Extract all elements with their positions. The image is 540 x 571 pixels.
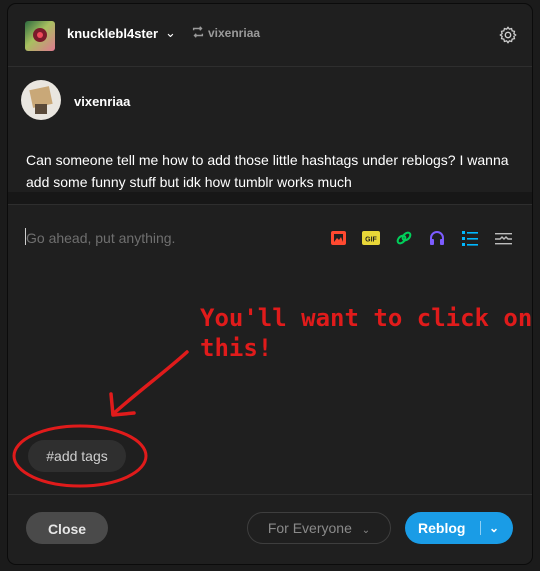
footer-divider xyxy=(8,494,532,495)
audience-label: For Everyone xyxy=(267,520,352,536)
reblog-button-divider xyxy=(480,521,481,535)
list-icon[interactable] xyxy=(461,229,479,247)
post-divider xyxy=(8,192,532,204)
readmore-icon[interactable] xyxy=(494,229,513,247)
annotation-line-2: this! xyxy=(200,334,273,362)
chevron-down-icon[interactable]: ⌄ xyxy=(489,512,499,544)
reblog-icon xyxy=(192,26,204,38)
composer-divider xyxy=(8,204,532,205)
post-author-name[interactable]: vixenriaa xyxy=(74,94,130,109)
annotation-text: You'll want to click on this! xyxy=(200,303,532,363)
reblog-source-name[interactable]: vixenriaa xyxy=(208,26,260,40)
annotation-line-1: You'll want to click on xyxy=(200,304,533,332)
link-icon[interactable] xyxy=(395,229,413,247)
blog-selector-name[interactable]: knucklebl4ster xyxy=(67,26,158,41)
original-post: vixenriaa Can someone tell me how to add… xyxy=(8,67,532,192)
gif-label: GIF xyxy=(365,237,377,244)
editor-placeholder[interactable]: Go ahead, put anything. xyxy=(26,230,175,246)
post-body-text: Can someone tell me how to add those lit… xyxy=(26,152,509,190)
reblog-modal: knucklebl4ster ⌄ vixenriaa vixenriaa Can… xyxy=(8,4,532,564)
chevron-down-icon[interactable]: ⌄ xyxy=(165,25,176,41)
reblog-button-label: Reblog xyxy=(418,520,466,536)
gear-icon[interactable] xyxy=(499,26,517,44)
post-author-avatar[interactable] xyxy=(21,80,61,120)
reblog-button[interactable]: Reblog ⌄ xyxy=(405,512,513,544)
audience-dropdown[interactable]: For Everyone ⌄ xyxy=(247,512,391,544)
close-button[interactable]: Close xyxy=(26,512,108,544)
add-tags-button[interactable]: #add tags xyxy=(28,440,126,472)
blog-avatar[interactable] xyxy=(25,21,55,51)
gif-icon[interactable]: GIF xyxy=(362,229,380,247)
audio-icon[interactable] xyxy=(428,229,446,247)
image-icon[interactable] xyxy=(330,229,348,247)
modal-header: knucklebl4ster ⌄ vixenriaa xyxy=(8,4,532,67)
chevron-down-icon: ⌄ xyxy=(361,525,371,536)
